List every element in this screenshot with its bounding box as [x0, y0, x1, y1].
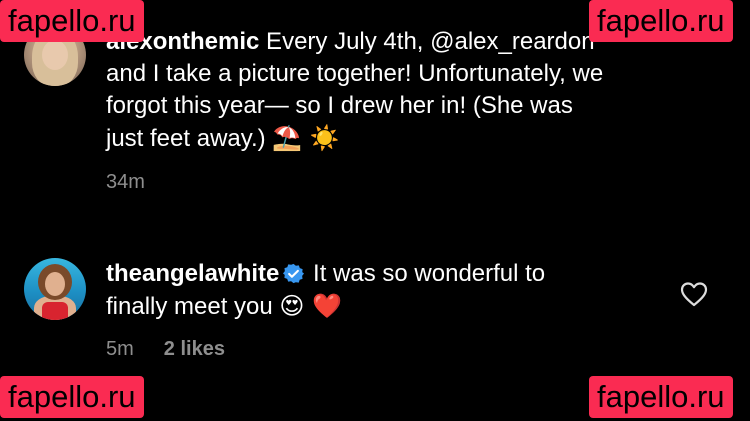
comment-meta: 5m 2 likes: [106, 338, 225, 361]
comment-line: finally meet you 😍 ❤️: [106, 290, 686, 323]
comment-body: just feet away.): [106, 125, 273, 152]
watermark: fapello.ru: [589, 0, 733, 42]
avatar-face: [42, 40, 68, 70]
comment-body: It was so wonderful to: [306, 260, 546, 287]
verified-badge-icon: [283, 263, 305, 284]
comment-body: Every July 4th, @alex_reardon: [259, 28, 595, 55]
emoji-group: ⛱️ ☀️: [272, 124, 340, 152]
comment-time: 34m: [106, 171, 145, 193]
comment-line: just feet away.) ⛱️ ☀️: [106, 122, 686, 155]
heart-outline-icon[interactable]: [680, 281, 708, 307]
watermark: fapello.ru: [0, 0, 144, 42]
comment-meta: 34m: [106, 171, 145, 194]
comment-time: 5m: [106, 338, 134, 360]
comment-line: theangelawhite It was so wonderful to: [106, 258, 686, 290]
avatar-face: [45, 272, 65, 296]
comments-screen: alexonthemic Every July 4th, @alex_reard…: [0, 0, 750, 421]
comment-body: and I take a picture together! Unfortuna…: [106, 60, 604, 87]
emoji-group: 😍 ❤️: [279, 292, 342, 320]
comment-username[interactable]: theangelawhite: [106, 260, 279, 287]
avatar[interactable]: [24, 258, 86, 320]
avatar-swimsuit: [42, 302, 68, 320]
comment-body: forgot this year— so I drew her in! (She…: [106, 92, 573, 119]
watermark: fapello.ru: [0, 376, 144, 418]
comment-text: theangelawhite It was so wonderful to fi…: [106, 258, 686, 323]
comment-body: finally meet you: [106, 293, 280, 320]
comment-text: alexonthemic Every July 4th, @alex_reard…: [106, 26, 686, 155]
watermark: fapello.ru: [589, 376, 733, 418]
likes-count[interactable]: 2 likes: [164, 338, 225, 360]
